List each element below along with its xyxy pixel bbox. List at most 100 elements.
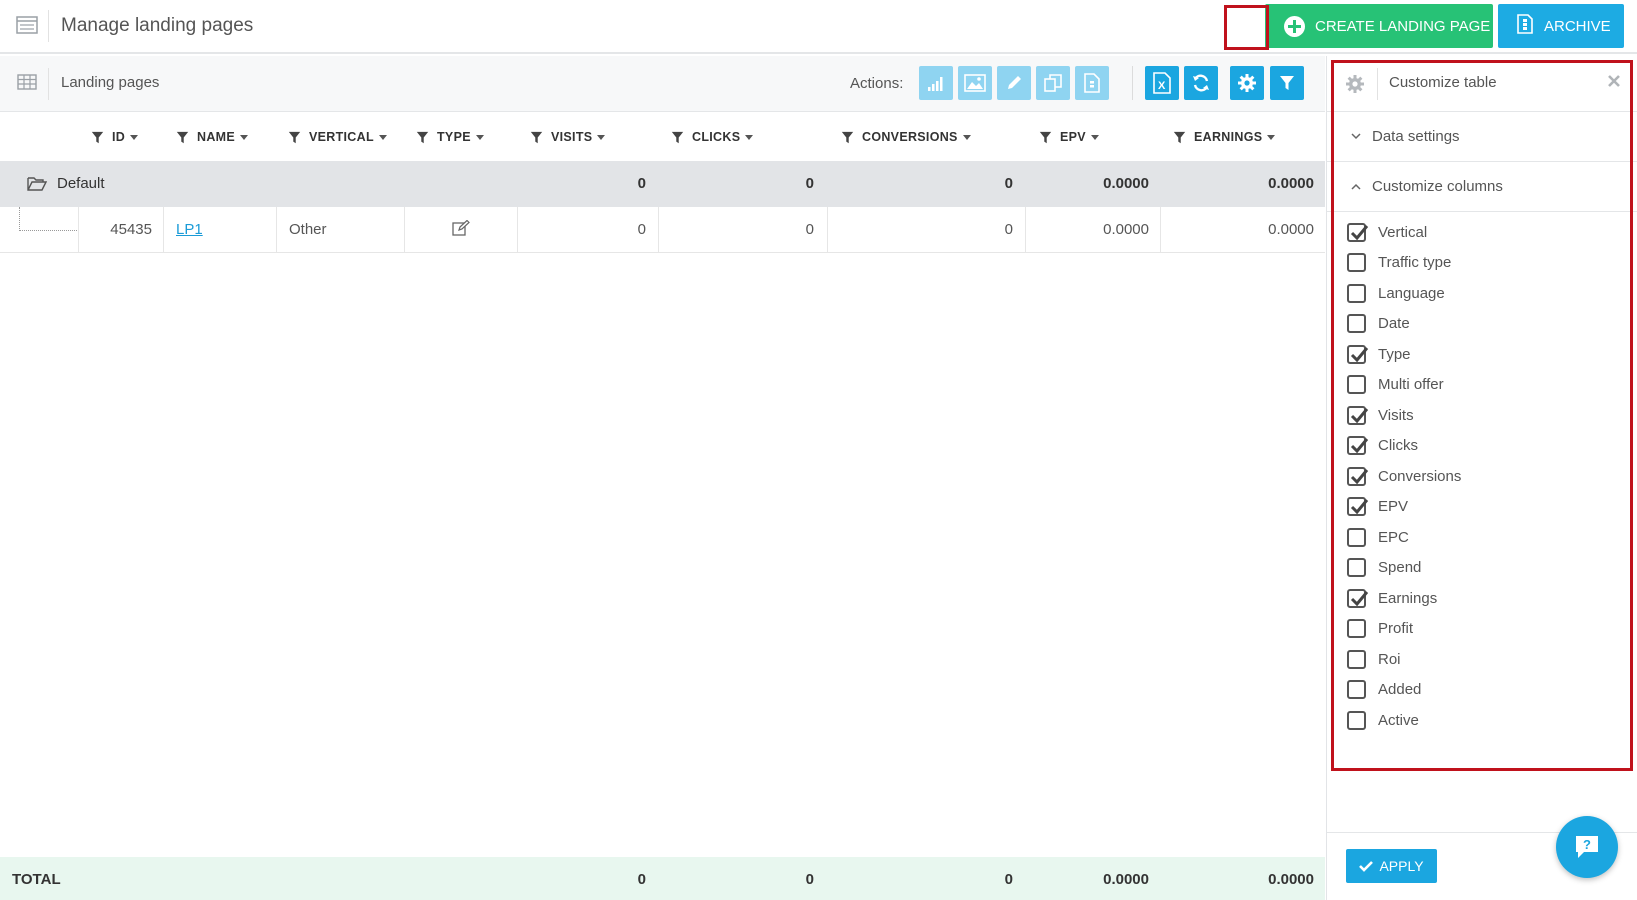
column-header-clicks[interactable]: CLICKS bbox=[671, 113, 754, 161]
column-header-label: VISITS bbox=[551, 130, 593, 144]
column-header-conversions[interactable]: CONVERSIONS bbox=[841, 113, 971, 161]
column-toggle-item[interactable]: Visits bbox=[1347, 400, 1414, 430]
column-header-type[interactable]: TYPE bbox=[416, 113, 484, 161]
checkbox-checked-icon[interactable] bbox=[1347, 222, 1369, 242]
column-filter-icon bbox=[1039, 131, 1052, 143]
chevron-down-icon bbox=[1351, 133, 1361, 140]
table-header: ID NAME VERTICAL TYPE VISITS CLICKS CONV… bbox=[0, 113, 1325, 161]
column-toggle-item[interactable]: Multi offer bbox=[1347, 370, 1444, 400]
checkbox-unchecked-icon[interactable] bbox=[1347, 527, 1366, 547]
duplicate-button[interactable] bbox=[1036, 66, 1070, 100]
stats-button[interactable] bbox=[919, 66, 953, 100]
cell-divider bbox=[78, 207, 79, 253]
checkbox-unchecked-icon[interactable] bbox=[1347, 619, 1366, 638]
check-icon bbox=[1359, 861, 1374, 872]
column-toggle-item[interactable]: Active bbox=[1347, 705, 1419, 735]
customize-columns-section[interactable]: Customize columns bbox=[1327, 162, 1637, 212]
image-button[interactable] bbox=[958, 66, 992, 100]
svg-text:?: ? bbox=[1583, 837, 1591, 852]
column-toggle-label: Type bbox=[1378, 345, 1411, 363]
column-toggle-item[interactable]: EPV bbox=[1347, 492, 1408, 522]
column-toggle-item[interactable]: Spend bbox=[1347, 553, 1421, 583]
checkbox-unchecked-icon[interactable] bbox=[1347, 649, 1366, 669]
column-toggle-item[interactable]: Conversions bbox=[1347, 461, 1461, 491]
checkbox-checked-icon[interactable] bbox=[1347, 497, 1369, 516]
column-header-name[interactable]: NAME bbox=[176, 113, 249, 161]
checkbox-unchecked-icon[interactable] bbox=[1347, 375, 1366, 394]
column-toggle-label: EPV bbox=[1378, 498, 1409, 515]
group-earnings: 0.0000 bbox=[1268, 175, 1314, 192]
column-header-label: EARNINGS bbox=[1194, 130, 1263, 144]
sort-caret-icon bbox=[1267, 134, 1276, 140]
row-vertical: Other bbox=[289, 221, 327, 238]
column-toggle-label: Earnings bbox=[1378, 589, 1438, 607]
page-title: Manage landing pages bbox=[61, 15, 254, 36]
column-filter-icon bbox=[530, 131, 543, 143]
archive-label: ARCHIVE bbox=[1544, 17, 1611, 35]
checkbox-checked-icon[interactable] bbox=[1347, 344, 1369, 364]
column-toggle-label: Traffic type bbox=[1378, 254, 1452, 271]
group-epv: 0.0000 bbox=[1103, 175, 1149, 192]
column-toggle-item[interactable]: Traffic type bbox=[1347, 248, 1451, 278]
checkbox-unchecked-icon[interactable] bbox=[1347, 680, 1366, 699]
column-header-vertical[interactable]: VERTICAL bbox=[288, 113, 387, 161]
column-header-earnings[interactable]: EARNINGS bbox=[1173, 113, 1276, 161]
group-clicks: 0 bbox=[805, 175, 814, 192]
table-row[interactable]: 45435 LP1 Other 0 0 0 0.0000 0.0000 bbox=[0, 207, 1325, 253]
filter-button[interactable] bbox=[1270, 66, 1304, 100]
row-earnings: 0.0000 bbox=[1268, 221, 1314, 238]
checkbox-unchecked-icon[interactable] bbox=[1347, 253, 1366, 272]
export-excel-icon: X bbox=[1153, 72, 1171, 94]
checkbox-checked-icon[interactable] bbox=[1347, 588, 1369, 608]
checkbox-unchecked-icon[interactable] bbox=[1347, 283, 1366, 303]
group-visits: 0 bbox=[637, 175, 646, 192]
column-toggle-item[interactable]: Type bbox=[1347, 339, 1411, 369]
checkbox-unchecked-icon[interactable] bbox=[1347, 314, 1366, 333]
archive-button[interactable]: ARCHIVE bbox=[1498, 4, 1624, 48]
report-button[interactable] bbox=[1075, 66, 1109, 100]
edit-type-icon[interactable] bbox=[452, 219, 470, 240]
edit-button[interactable] bbox=[997, 66, 1031, 100]
cell-divider bbox=[163, 207, 164, 253]
column-toggle-item[interactable]: Language bbox=[1347, 278, 1445, 308]
column-header-id[interactable]: ID bbox=[91, 113, 139, 161]
column-toggle-label: Added bbox=[1378, 681, 1422, 698]
column-filter-icon bbox=[91, 131, 104, 143]
total-visits: 0 bbox=[637, 871, 646, 888]
column-toggle-item[interactable]: Profit bbox=[1347, 614, 1413, 644]
column-toggle-item[interactable]: Earnings bbox=[1347, 583, 1437, 613]
row-name-link[interactable]: LP1 bbox=[176, 221, 203, 238]
settings-button[interactable] bbox=[1230, 66, 1264, 100]
column-toggle-item[interactable]: Date bbox=[1347, 309, 1410, 339]
column-toggle-item[interactable]: Vertical bbox=[1347, 217, 1427, 247]
menu-icon[interactable] bbox=[16, 16, 38, 34]
checkbox-checked-icon[interactable] bbox=[1347, 466, 1369, 486]
column-toggle-item[interactable]: Clicks bbox=[1347, 431, 1418, 461]
actions-label: Actions: bbox=[850, 75, 904, 92]
top-header: Manage landing pages CREATE LANDING PAGE… bbox=[0, 0, 1637, 54]
checkbox-checked-icon[interactable] bbox=[1347, 405, 1369, 425]
column-toggle-item[interactable]: Roi bbox=[1347, 644, 1401, 674]
data-settings-section[interactable]: Data settings bbox=[1327, 112, 1637, 162]
column-header-visits[interactable]: VISITS bbox=[530, 113, 606, 161]
checkbox-unchecked-icon[interactable] bbox=[1347, 710, 1366, 730]
divider bbox=[1377, 68, 1378, 100]
sort-caret-icon bbox=[240, 134, 249, 140]
checkbox-unchecked-icon[interactable] bbox=[1347, 558, 1366, 577]
help-chat-button[interactable]: ? bbox=[1556, 816, 1618, 878]
checkbox-checked-icon[interactable] bbox=[1347, 436, 1369, 455]
create-landing-page-button[interactable]: CREATE LANDING PAGE bbox=[1265, 4, 1493, 48]
apply-button[interactable]: APPLY bbox=[1346, 849, 1437, 883]
export-excel-button[interactable]: X bbox=[1145, 66, 1179, 100]
column-filter-icon bbox=[841, 131, 854, 143]
column-toggle-item[interactable]: EPC bbox=[1347, 522, 1409, 552]
refresh-button[interactable] bbox=[1184, 66, 1218, 100]
column-toggle-item[interactable]: Added bbox=[1347, 675, 1421, 705]
close-icon[interactable] bbox=[1607, 74, 1621, 93]
column-toggle-label: Conversions bbox=[1378, 467, 1462, 485]
column-filter-icon bbox=[671, 131, 684, 143]
column-header-label: TYPE bbox=[437, 130, 471, 144]
apply-label: APPLY bbox=[1379, 858, 1424, 874]
group-row[interactable]: Default 0 0 0 0.0000 0.0000 bbox=[0, 161, 1325, 207]
column-header-epv[interactable]: EPV bbox=[1039, 113, 1099, 161]
